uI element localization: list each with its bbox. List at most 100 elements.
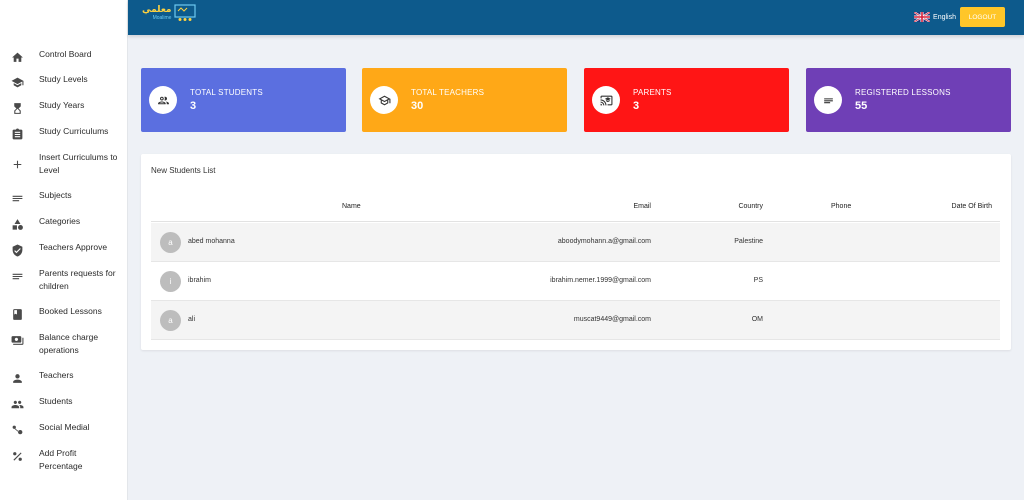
sidebar-item-label: Balance charge operations bbox=[39, 332, 99, 355]
hourglass-icon bbox=[10, 101, 24, 115]
logout-button[interactable]: LOGOUT bbox=[960, 7, 1005, 27]
book-icon bbox=[10, 307, 24, 321]
graduation-cap-icon bbox=[370, 86, 398, 114]
column-header-country: Country bbox=[738, 203, 763, 210]
student-email: aboodymohann.a@gmail.com bbox=[557, 238, 651, 245]
sidebar-item-study-years[interactable]: Study Years bbox=[0, 94, 127, 120]
student-name: ibrahim bbox=[188, 277, 211, 284]
sidebar-item-subjects[interactable]: Subjects bbox=[0, 184, 127, 210]
stat-card-total-students[interactable]: TOTAL STUDENTS 3 bbox=[141, 68, 346, 132]
sidebar-item-label: Booked Lessons bbox=[39, 306, 102, 316]
student-country: OM bbox=[751, 316, 763, 323]
social-icon bbox=[10, 423, 24, 437]
brand-logo[interactable]: معلمي Moalime bbox=[142, 4, 197, 24]
sidebar-item-label: Parents requests for children bbox=[39, 268, 116, 291]
stat-text: PARENTS 3 bbox=[633, 88, 672, 112]
logo-text: معلمي Moalime bbox=[142, 4, 171, 22]
sidebar-item-label: Study Levels bbox=[39, 74, 88, 84]
sidebar-item-label: Insert Curriculums to Level bbox=[39, 152, 118, 175]
stat-title: TOTAL STUDENTS bbox=[190, 88, 263, 97]
stats-cards: TOTAL STUDENTS 3 TOTAL TEACHERS 30 PAREN… bbox=[141, 68, 1011, 132]
sidebar-header bbox=[0, 0, 127, 36]
sidebar-item-social-media[interactable]: Social Medial bbox=[0, 416, 127, 442]
sidebar-item-booked-lessons[interactable]: Booked Lessons bbox=[0, 300, 127, 326]
stat-text: REGISTERED LESSONS 55 bbox=[855, 88, 951, 112]
student-country: Palestine bbox=[734, 238, 763, 245]
sidebar-item-insert-curriculums[interactable]: Insert Curriculums to Level bbox=[0, 146, 127, 184]
money-icon bbox=[10, 333, 24, 347]
stat-card-total-teachers[interactable]: TOTAL TEACHERS 30 bbox=[362, 68, 567, 132]
student-name: ali bbox=[188, 316, 196, 323]
stat-card-registered-lessons[interactable]: REGISTERED LESSONS 55 bbox=[806, 68, 1011, 132]
stat-value: 30 bbox=[411, 100, 424, 112]
sidebar-menu: Control Board Study Levels Study Years S… bbox=[0, 36, 127, 471]
sidebar-item-label: Categories bbox=[39, 216, 81, 226]
student-email: muscat9449@gmail.com bbox=[573, 316, 651, 323]
stat-title: REGISTERED LESSONS bbox=[855, 88, 951, 97]
people-icon bbox=[10, 397, 24, 411]
uk-flag-icon bbox=[914, 12, 931, 22]
table-row[interactable]: i ibrahim ibrahim.nemer.1999@gmail.com P… bbox=[151, 262, 1000, 301]
sidebar-item-label: Teachers Approve bbox=[39, 242, 108, 252]
stat-text: TOTAL STUDENTS 3 bbox=[190, 88, 263, 112]
logo-arabic: معلمي bbox=[142, 4, 172, 14]
sidebar-item-study-curriculums[interactable]: Study Curriculums bbox=[0, 120, 127, 146]
sidebar: Control Board Study Levels Study Years S… bbox=[0, 0, 128, 500]
sidebar-item-add-profit-percentage[interactable]: Add Profit Percentage bbox=[0, 442, 127, 471]
home-icon bbox=[10, 50, 24, 64]
sidebar-item-teachers-approve[interactable]: Teachers Approve bbox=[0, 236, 127, 262]
stat-value: 3 bbox=[633, 100, 640, 112]
logo-latin: Moalime bbox=[152, 15, 172, 21]
sidebar-item-study-levels[interactable]: Study Levels bbox=[0, 68, 127, 94]
sidebar-item-control-board[interactable]: Control Board bbox=[0, 42, 127, 68]
student-country: PS bbox=[753, 277, 763, 284]
sidebar-item-label: Study Curriculums bbox=[39, 126, 109, 136]
sidebar-item-label: Subjects bbox=[39, 190, 72, 200]
sidebar-item-categories[interactable]: Categories bbox=[0, 210, 127, 236]
sidebar-item-label: Add Profit Percentage bbox=[39, 448, 83, 471]
sidebar-item-label: Social Medial bbox=[39, 422, 90, 432]
language-selector[interactable]: English bbox=[914, 12, 956, 22]
sidebar-item-teachers[interactable]: Teachers bbox=[0, 364, 127, 390]
sidebar-item-balance-charge[interactable]: Balance charge operations bbox=[0, 326, 127, 364]
stat-title: TOTAL TEACHERS bbox=[411, 88, 485, 97]
shapes-icon bbox=[10, 217, 24, 231]
graduation-cap-icon bbox=[10, 75, 24, 89]
avatar: i bbox=[160, 271, 181, 292]
language-label: English bbox=[933, 13, 956, 21]
clipboard-icon bbox=[10, 127, 24, 141]
sidebar-item-label: Teachers bbox=[39, 370, 74, 380]
column-header-phone: Phone bbox=[831, 203, 852, 210]
stat-text: TOTAL TEACHERS 30 bbox=[411, 88, 484, 112]
list-icon bbox=[814, 86, 842, 114]
list-icon bbox=[10, 269, 24, 283]
person-icon bbox=[10, 371, 24, 385]
cast-icon bbox=[592, 86, 620, 114]
top-bar: معلمي Moalime English LOGOUT bbox=[128, 0, 1024, 35]
sidebar-item-students[interactable]: Students bbox=[0, 390, 127, 416]
avatar: a bbox=[160, 310, 181, 331]
shield-check-icon bbox=[10, 243, 24, 257]
column-header-name: Name bbox=[342, 203, 361, 210]
panel-title: New Students List bbox=[151, 166, 216, 175]
plus-icon bbox=[10, 157, 24, 171]
board-icon bbox=[174, 4, 197, 21]
table-row[interactable]: a abed mohanna aboodymohann.a@gmail.com … bbox=[151, 223, 1000, 262]
column-header-email: Email bbox=[633, 203, 651, 210]
percent-icon bbox=[10, 449, 24, 463]
table-row[interactable]: a ali muscat9449@gmail.com OM bbox=[151, 301, 1000, 340]
stat-title: PARENTS bbox=[633, 88, 672, 97]
new-students-panel: New Students List Name Email Country Pho… bbox=[141, 154, 1011, 350]
table-header: Name Email Country Phone Date Of Birth bbox=[151, 203, 1000, 222]
stat-value: 55 bbox=[855, 100, 868, 112]
student-email: ibrahim.nemer.1999@gmail.com bbox=[550, 277, 651, 284]
sidebar-item-label: Students bbox=[39, 396, 73, 406]
people-outline-icon bbox=[149, 86, 177, 114]
sidebar-item-label: Study Years bbox=[39, 100, 85, 110]
stat-value: 3 bbox=[190, 100, 197, 112]
sidebar-item-label: Control Board bbox=[39, 49, 92, 59]
list-icon bbox=[10, 191, 24, 205]
sidebar-item-parents-requests[interactable]: Parents requests for children bbox=[0, 262, 127, 300]
student-name: abed mohanna bbox=[188, 238, 235, 245]
stat-card-parents[interactable]: PARENTS 3 bbox=[584, 68, 789, 132]
